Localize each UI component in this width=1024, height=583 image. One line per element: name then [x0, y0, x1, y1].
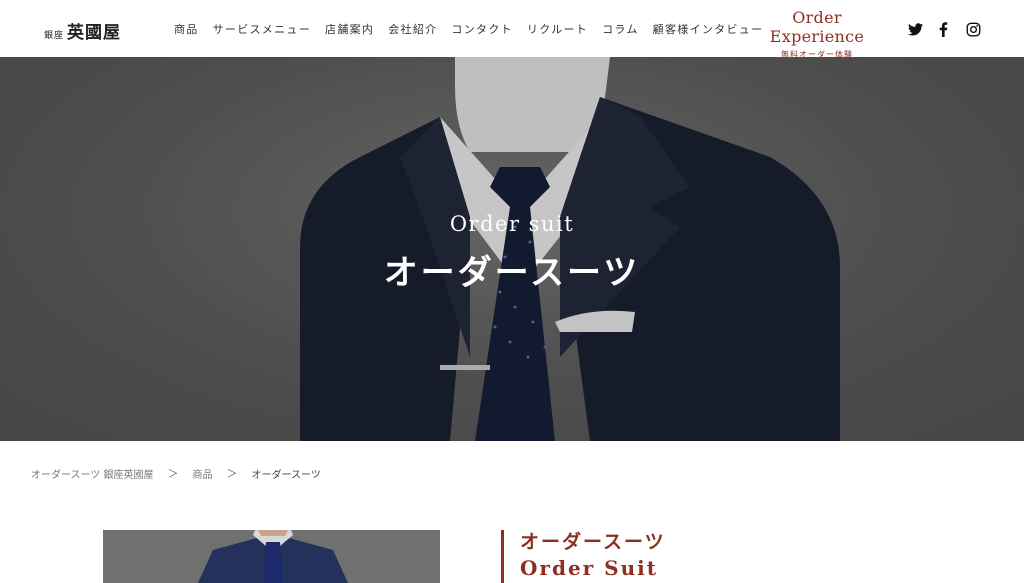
instagram-icon[interactable] — [964, 20, 982, 38]
nav-item-column[interactable]: コラム — [602, 21, 639, 37]
facebook-icon[interactable] — [934, 20, 952, 38]
breadcrumb-home[interactable]: オーダースーツ 銀座英國屋 — [31, 466, 153, 481]
order-experience-link[interactable]: Order Experience 無料オーダー体験 — [748, 8, 886, 60]
main-nav: 商品 サービスメニュー 店舗案内 会社紹介 コンタクト リクルート コラム 顧客… — [174, 21, 777, 37]
nav-item-products[interactable]: 商品 — [174, 21, 199, 37]
nav-item-service-menu[interactable]: サービスメニュー — [213, 21, 311, 37]
breadcrumb-products[interactable]: 商品 — [192, 466, 212, 481]
hero-title-ja: オーダースーツ — [383, 253, 641, 293]
chevron-right-icon: ＞ — [167, 467, 179, 480]
nav-item-interview[interactable]: 顧客様インタビュー — [653, 21, 764, 37]
section-title-ja: オーダースーツ — [520, 531, 666, 553]
site-header: 銀座 英國屋 商品 サービスメニュー 店舗案内 会社紹介 コンタクト リクルート… — [0, 0, 1024, 60]
hero-title-en: Order suit — [449, 212, 575, 236]
cta-title: Order Experience — [769, 8, 865, 46]
chevron-right-icon: ＞ — [226, 467, 238, 480]
logo-name: 英國屋 — [67, 23, 122, 43]
hero-banner: Order suit オーダースーツ — [0, 57, 1024, 441]
logo-prefix: 銀座 — [44, 31, 65, 41]
nav-item-contact[interactable]: コンタクト — [451, 21, 513, 37]
nav-item-recruit[interactable]: リクルート — [527, 21, 588, 37]
twitter-icon[interactable] — [906, 20, 924, 38]
nav-item-stores[interactable]: 店舗案内 — [325, 21, 374, 37]
site-logo[interactable]: 銀座 英國屋 — [44, 18, 122, 43]
breadcrumb: オーダースーツ 銀座英國屋 ＞ 商品 ＞ オーダースーツ — [31, 465, 321, 481]
suit-model-photo — [103, 530, 440, 583]
nav-item-company[interactable]: 会社紹介 — [388, 21, 437, 37]
breadcrumb-current: オーダースーツ — [251, 469, 321, 481]
section-title-en: Order Suit — [520, 556, 658, 580]
section-heading: オーダースーツ Order Suit — [501, 530, 666, 583]
